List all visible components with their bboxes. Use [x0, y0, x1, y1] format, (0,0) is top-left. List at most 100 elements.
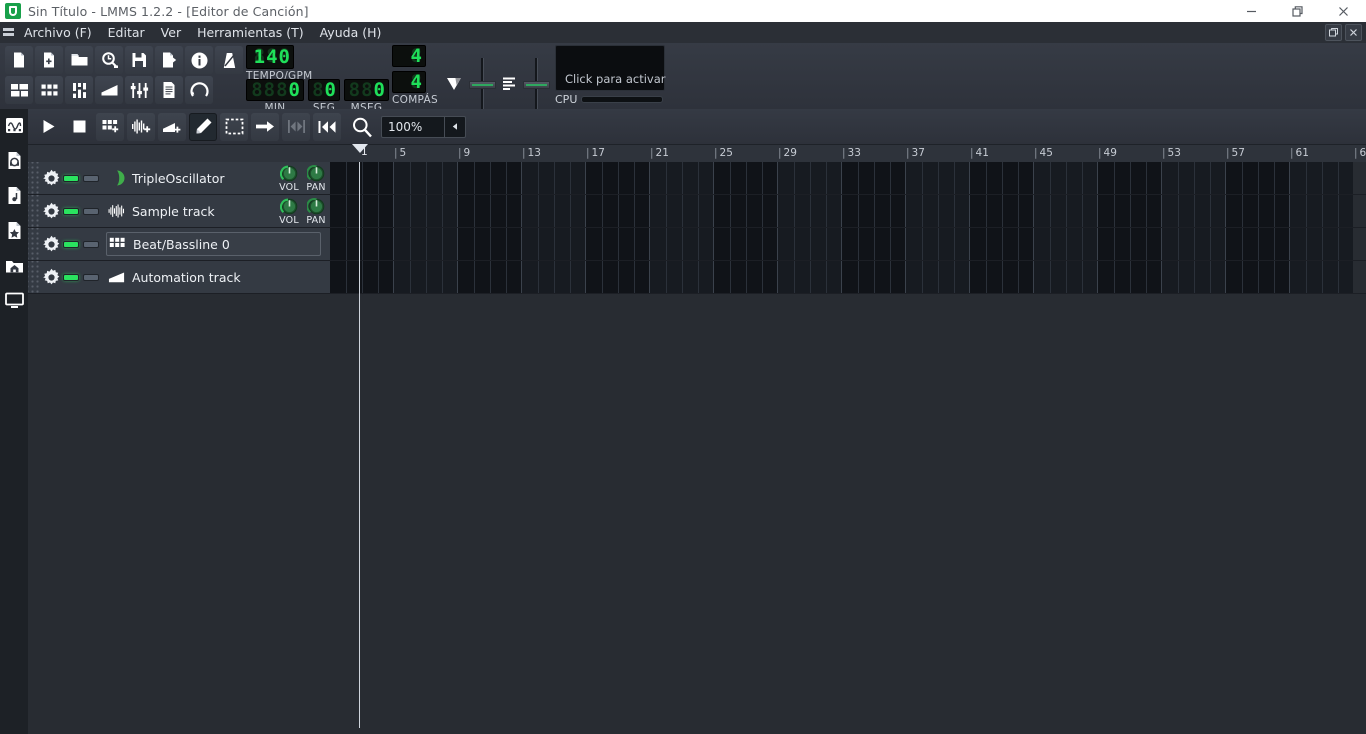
track-name-button[interactable]: TripleOscillator — [106, 166, 231, 190]
track-name-button[interactable]: Beat/Bassline 0 — [106, 232, 321, 256]
about-button[interactable] — [185, 46, 213, 74]
grid-beat-line — [346, 228, 347, 260]
mute-led[interactable] — [63, 240, 79, 248]
timeline-ruler[interactable]: | 5 | 9 | 13 | 17 | 21 | 25 | 29 | 33 | 37 | 41 | 45 | 49 | 53 | 57… — [330, 145, 1366, 163]
recently-opened-button[interactable] — [95, 46, 123, 74]
cpu-activate-panel[interactable]: Click para activar — [555, 45, 666, 91]
track-drag-handle[interactable] — [28, 228, 39, 260]
mute-led[interactable] — [63, 174, 79, 182]
mdi-close-button[interactable] — [1345, 24, 1362, 41]
track-header[interactable]: Beat/Bassline 0 — [28, 228, 330, 260]
add-automation-track-button[interactable] — [158, 112, 186, 141]
gear-icon[interactable] — [39, 268, 63, 287]
song-editor-button[interactable] — [5, 76, 33, 104]
track-clip-area[interactable] — [330, 228, 1366, 260]
zoom-level-combobox[interactable]: 100% — [381, 115, 466, 138]
tempo-lcd[interactable]: 888 140 TEMPO/GPM — [246, 45, 312, 82]
panning-knob-label: PAN — [306, 182, 326, 193]
panning-knob-dial[interactable] — [305, 164, 326, 183]
cpu-load-meter[interactable]: Click para activar CPU — [555, 45, 666, 106]
rail-my-samples[interactable] — [4, 150, 24, 170]
track-header[interactable]: Automation track — [28, 261, 330, 293]
track-beat-bassline-0[interactable]: Beat/Bassline 0 — [28, 228, 1366, 261]
gear-icon[interactable] — [39, 202, 63, 221]
volume-knob-dial[interactable] — [279, 164, 299, 183]
dropdown-arrow-icon[interactable] — [444, 116, 465, 137]
move-mode-button[interactable] — [251, 112, 279, 141]
fx-mixer-button[interactable] — [125, 76, 153, 104]
gear-icon[interactable] — [39, 235, 63, 254]
rail-home-directory[interactable] — [4, 255, 24, 275]
menu-herramientas[interactable]: Herramientas (T) — [189, 22, 312, 43]
mute-led[interactable] — [63, 273, 79, 281]
open-project-button[interactable] — [65, 46, 93, 74]
project-notes-button[interactable] — [155, 76, 183, 104]
grid-beat-line — [682, 261, 683, 293]
new-project-button[interactable] — [5, 46, 33, 74]
track-drag-handle[interactable] — [28, 261, 39, 293]
solo-led[interactable] — [83, 207, 99, 215]
grid-beat-line — [1242, 228, 1243, 260]
rail-root-directory[interactable] — [4, 290, 24, 310]
export-project-button[interactable] — [155, 46, 183, 74]
mute-led[interactable] — [63, 207, 79, 215]
master-pitch-slider[interactable] — [502, 58, 553, 111]
new-from-template-button[interactable] — [35, 46, 63, 74]
metronome-button[interactable] — [215, 46, 243, 74]
automation-editor-button[interactable] — [95, 76, 123, 104]
beat-bassline-editor-button[interactable] — [35, 76, 63, 104]
mdi-restore-button[interactable] — [1325, 24, 1342, 41]
track-automation-track[interactable]: Automation track — [28, 261, 1366, 294]
track-header[interactable]: Sample track VOL PAN — [28, 195, 330, 227]
zoom-level-value: 100% — [388, 119, 423, 134]
menu-ver[interactable]: Ver — [153, 22, 189, 43]
track-drag-handle[interactable] — [28, 195, 39, 227]
track-sample-track[interactable]: Sample track VOL PAN — [28, 195, 1366, 228]
track-clip-area[interactable] — [330, 261, 1366, 293]
track-clip-area[interactable] — [330, 162, 1366, 194]
rail-my-presets[interactable] — [4, 185, 24, 205]
track-drag-handle[interactable] — [28, 162, 39, 194]
solo-led[interactable] — [83, 240, 99, 248]
volume-knob[interactable]: VOL — [277, 162, 301, 193]
edit-select-mode-button[interactable] — [220, 112, 248, 141]
panning-knob[interactable]: PAN — [304, 162, 328, 193]
playhead-marker[interactable] — [352, 144, 368, 153]
track-header[interactable]: TripleOscillator VOL PAN — [28, 162, 330, 194]
grid-beat-line — [1274, 261, 1275, 293]
master-pitch-thumb[interactable] — [523, 81, 550, 89]
stop-button[interactable] — [65, 113, 93, 141]
volume-knob-dial[interactable] — [279, 197, 299, 216]
menu-archivo[interactable]: Archivo (F) — [16, 22, 100, 43]
menu-ayuda[interactable]: Ayuda (H) — [312, 22, 390, 43]
gear-icon[interactable] — [39, 169, 63, 188]
panning-knob[interactable]: PAN — [304, 195, 328, 226]
solo-led[interactable] — [83, 273, 99, 281]
track-name-button[interactable]: Automation track — [106, 265, 247, 289]
add-sample-track-button[interactable] — [127, 112, 155, 141]
panning-knob-dial[interactable] — [305, 197, 326, 216]
piano-roll-button[interactable] — [65, 76, 93, 104]
restore-button[interactable] — [1274, 0, 1320, 22]
add-beat-bassline-button[interactable] — [96, 112, 124, 141]
loop-points-button[interactable] — [282, 112, 310, 141]
close-button[interactable] — [1320, 0, 1366, 22]
controller-rack-button[interactable] — [185, 76, 213, 104]
solo-led[interactable] — [83, 174, 99, 182]
menu-editar[interactable]: Editar — [100, 22, 153, 43]
msec-lcd-value: 0 — [373, 78, 386, 101]
draw-mode-button[interactable] — [189, 112, 217, 141]
save-project-button[interactable] — [125, 46, 153, 74]
track-clip-area[interactable] — [330, 195, 1366, 227]
track-name-button[interactable]: Sample track — [106, 199, 221, 223]
track-triple-oscillator[interactable]: TripleOscillator VOL PAN — [28, 162, 1366, 195]
back-to-start-button[interactable] — [313, 112, 341, 141]
master-volume-thumb[interactable] — [469, 81, 496, 89]
master-volume-slider[interactable] — [446, 58, 499, 111]
play-button[interactable] — [34, 113, 62, 141]
rail-instrument-plugins[interactable] — [4, 115, 24, 135]
volume-knob[interactable]: VOL — [277, 195, 301, 226]
rail-my-projects[interactable] — [4, 220, 24, 240]
minimize-button[interactable] — [1228, 0, 1274, 22]
time-signature-lcd[interactable]: 8 4 8 4 COMPÁS — [392, 45, 438, 106]
